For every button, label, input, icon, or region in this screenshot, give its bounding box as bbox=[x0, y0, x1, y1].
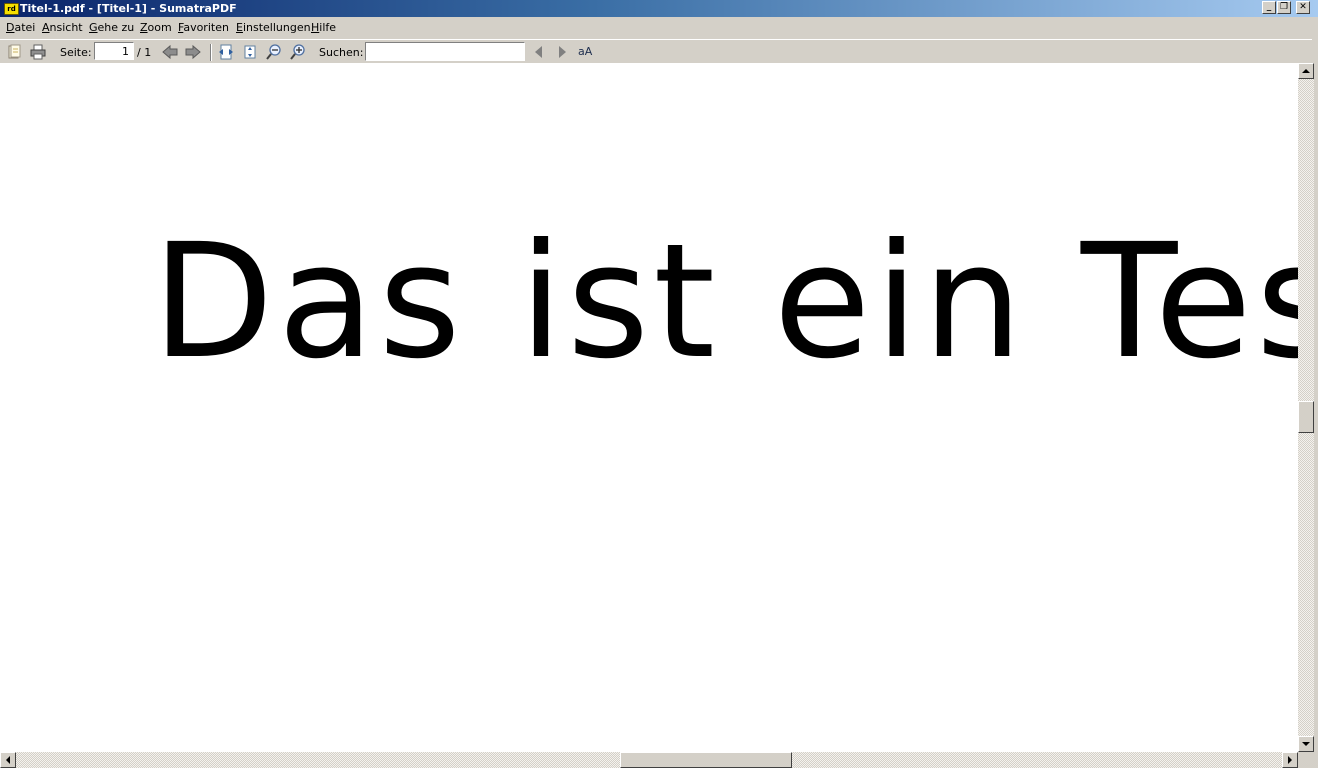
scroll-left-button[interactable] bbox=[0, 752, 16, 768]
page-total: / 1 bbox=[137, 46, 152, 59]
page-number-input[interactable] bbox=[94, 42, 134, 60]
restore-button[interactable]: ❐ bbox=[1277, 1, 1291, 14]
arrow-up-icon bbox=[1302, 69, 1310, 73]
menu-datei[interactable]: Datei bbox=[6, 21, 35, 34]
vertical-scroll-thumb[interactable] bbox=[1298, 401, 1314, 433]
sumatrapdf-app-icon: rd bbox=[4, 3, 19, 15]
next-page-icon[interactable] bbox=[185, 44, 201, 60]
scroll-right-button[interactable] bbox=[1282, 752, 1298, 768]
find-next-icon[interactable] bbox=[554, 44, 570, 60]
arrow-right-icon bbox=[1288, 756, 1292, 764]
menu-bar: Datei Ansicht Gehe zu Zoom Favoriten Ein… bbox=[0, 17, 1318, 38]
vertical-scrollbar[interactable] bbox=[1298, 63, 1314, 752]
minimize-button[interactable]: _ bbox=[1262, 1, 1276, 14]
window-title: Titel-1.pdf - [Titel-1] - SumatraPDF bbox=[20, 2, 237, 15]
close-button[interactable]: ✕ bbox=[1296, 1, 1310, 14]
toolbar-separator bbox=[210, 44, 212, 61]
document-view[interactable]: Das ist ein Test bbox=[0, 63, 1298, 752]
search-input[interactable] bbox=[365, 42, 525, 61]
prev-page-icon[interactable] bbox=[162, 44, 178, 60]
scrollbar-corner bbox=[1298, 752, 1318, 768]
page-label: Seite: bbox=[60, 46, 92, 59]
match-case-icon[interactable]: aA bbox=[578, 44, 594, 60]
toolbar: Seite: / 1 bbox=[0, 39, 1312, 65]
open-icon[interactable] bbox=[6, 44, 22, 60]
horizontal-scrollbar[interactable] bbox=[0, 752, 1298, 768]
scroll-up-button[interactable] bbox=[1298, 63, 1314, 79]
menu-gehe-zu[interactable]: Gehe zu bbox=[89, 21, 134, 34]
fit-page-icon[interactable] bbox=[242, 44, 258, 60]
menu-favoriten[interactable]: Favoriten bbox=[178, 21, 229, 34]
menu-ansicht[interactable]: Ansicht bbox=[42, 21, 83, 34]
title-bar: rd Titel-1.pdf - [Titel-1] - SumatraPDF … bbox=[0, 0, 1318, 17]
fit-width-icon[interactable] bbox=[218, 44, 234, 60]
print-icon[interactable] bbox=[30, 44, 46, 60]
window-frame-edge bbox=[1314, 39, 1318, 752]
menu-einstellungen[interactable]: Einstellungen bbox=[236, 21, 311, 34]
document-text: Das ist ein Test bbox=[152, 210, 1298, 394]
find-prev-icon[interactable] bbox=[531, 44, 547, 60]
arrow-down-icon bbox=[1302, 742, 1310, 746]
scroll-down-button[interactable] bbox=[1298, 736, 1314, 752]
search-label: Suchen: bbox=[319, 46, 364, 59]
horizontal-scroll-thumb[interactable] bbox=[620, 752, 792, 768]
zoom-out-icon[interactable] bbox=[266, 44, 282, 60]
menu-zoom[interactable]: Zoom bbox=[140, 21, 172, 34]
arrow-left-icon bbox=[6, 756, 10, 764]
zoom-in-icon[interactable] bbox=[290, 44, 306, 60]
menu-hilfe[interactable]: Hilfe bbox=[311, 21, 336, 34]
